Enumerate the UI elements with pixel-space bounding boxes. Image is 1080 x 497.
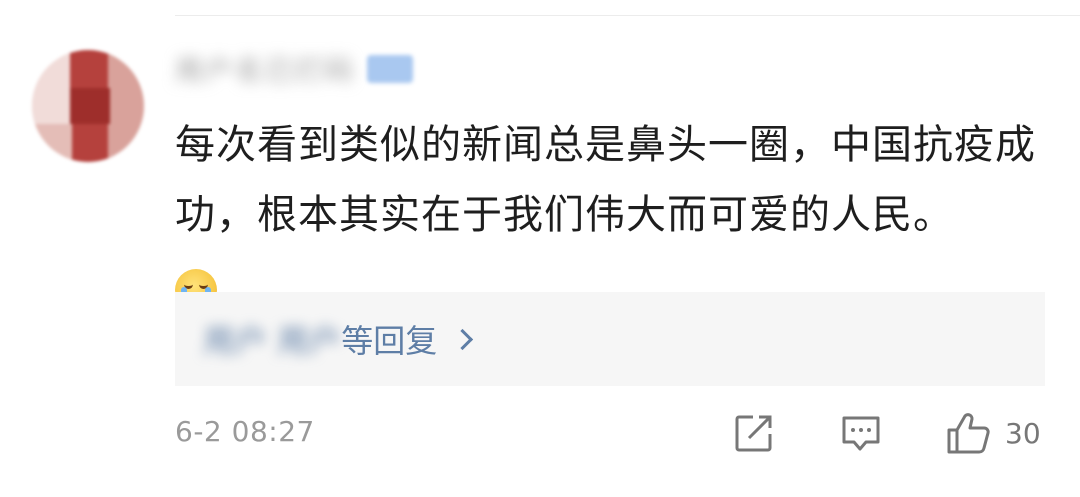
- username-text[interactable]: 用户名已打码: [175, 49, 355, 89]
- username[interactable]: 用户名已打码: [175, 49, 414, 89]
- share-button[interactable]: [733, 412, 775, 454]
- replies-preview[interactable]: 用户 用户 等回复: [175, 292, 1045, 386]
- avatar[interactable]: [32, 50, 144, 162]
- avatar-pixel: [108, 50, 144, 162]
- reply-button[interactable]: [840, 412, 882, 454]
- avatar-pixel: [32, 124, 72, 162]
- chevron-right-icon: [452, 328, 474, 350]
- comment-text: 每次看到类似的新闻总是鼻头一圈，中国抗疫成功，根本其实在于我们伟大而可爱的人民。: [175, 122, 1036, 238]
- share-icon: [735, 415, 772, 452]
- reply-count-label[interactable]: 等回复: [341, 316, 437, 362]
- user-badge-icon: [367, 55, 414, 83]
- like-button[interactable]: 30: [945, 412, 1041, 454]
- avatar-pixel: [70, 88, 110, 124]
- comment-body: 每次看到类似的新闻总是鼻头一圈，中国抗疫成功，根本其实在于我们伟大而可爱的人民。: [175, 110, 1045, 320]
- top-divider: [175, 15, 1080, 16]
- comment-timestamp: 6-2 08:27: [175, 415, 315, 448]
- reply-user-names: 用户 用户: [203, 322, 342, 360]
- thumbs-up-icon: [947, 413, 990, 454]
- like-count: 30: [1005, 416, 1041, 450]
- comment-icon: [842, 416, 880, 451]
